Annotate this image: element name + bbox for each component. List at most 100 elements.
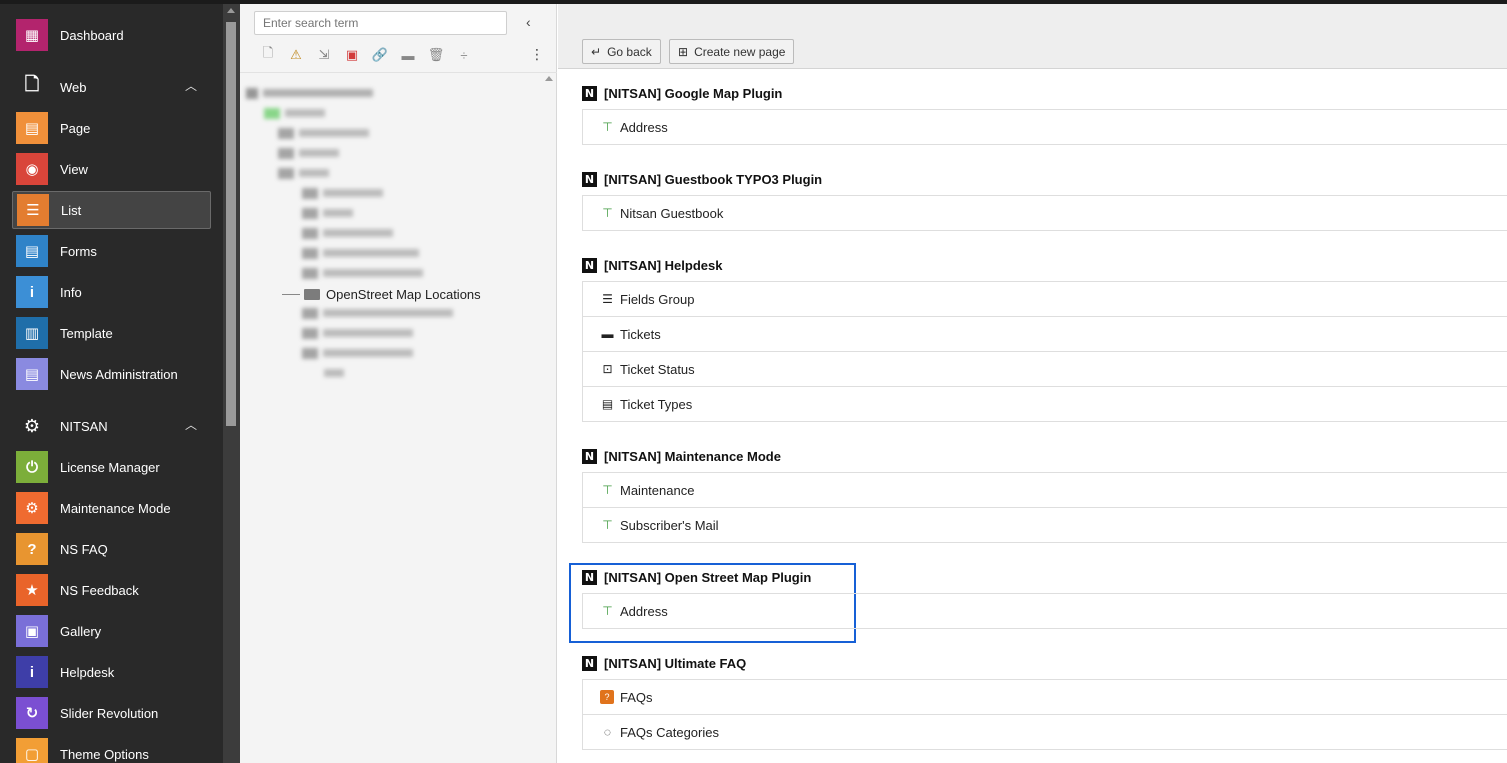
table-row[interactable]: ⊡ Ticket Status <box>582 352 1507 387</box>
new-shortcut-icon[interactable]: ⇲ <box>310 46 338 64</box>
divider-icon[interactable]: ÷ <box>450 46 478 64</box>
table-row[interactable]: ▤ Ticket Types <box>582 387 1507 422</box>
fields-group-icon: ☰ <box>602 292 613 306</box>
sidebar-item-nitsan[interactable]: ⚙ NITSAN ︿ <box>12 407 211 445</box>
doc-header: ↵ Go back ⊞ Create new page <box>558 4 1507 69</box>
create-new-page-button[interactable]: ⊞ Create new page <box>669 39 795 64</box>
scrollbar-thumb[interactable] <box>226 22 236 426</box>
table-row-label[interactable]: Fields Group <box>620 292 694 307</box>
table-row[interactable]: ⊤ Maintenance <box>582 473 1507 508</box>
new-mountpoint-icon[interactable]: ▣ <box>338 46 366 64</box>
collapse-tree-icon[interactable]: ‹ <box>526 14 531 30</box>
sitemap-icon: ⊤ <box>602 518 613 532</box>
trash-icon[interactable]: 🗑 <box>422 46 450 64</box>
nitsan-logo-icon: N <box>582 655 597 671</box>
content-area: ↵ Go back ⊞ Create new page N [NITSAN] Go… <box>558 4 1507 763</box>
ticket-status-icon: ⊡ <box>602 362 613 376</box>
sidebar-item-label: Dashboard <box>60 27 124 43</box>
extension-title: N [NITSAN] Helpdesk <box>582 255 722 275</box>
table-row-label[interactable]: Ticket Types <box>620 397 692 412</box>
page-outline-icon: 🗋 <box>24 74 40 94</box>
sidebar-item-label: NS FAQ <box>60 541 108 557</box>
sidebar-item-maintenance-mode[interactable]: ⚙ Maintenance Mode <box>12 489 211 527</box>
table-row-label[interactable]: Subscriber's Mail <box>620 518 719 533</box>
chevron-up-icon[interactable]: ︿ <box>185 77 197 94</box>
sidebar-item-forms[interactable]: ▤ Forms <box>12 232 211 270</box>
sidebar-item-page[interactable]: ▤ Page <box>12 109 211 147</box>
table-row-label[interactable]: Tickets <box>620 327 661 342</box>
tree-connector <box>282 293 300 295</box>
new-page-icon[interactable]: 🗋 <box>254 45 282 64</box>
sidebar-item-dashboard[interactable]: ▦ Dashboard <box>12 16 211 54</box>
helpdesk-icon: i <box>16 656 48 688</box>
sidebar-item-label: NITSAN <box>60 418 108 434</box>
scroll-up-arrow-icon[interactable] <box>227 8 235 13</box>
sidebar-item-ns-feedback[interactable]: ★ NS Feedback <box>12 571 211 609</box>
sidebar-item-list[interactable]: ☰ List <box>12 191 211 229</box>
tree-divider <box>240 72 557 73</box>
table-row[interactable]: ⊤ Address <box>582 110 1507 145</box>
page-tree-panel: ‹ 🗋 ⚠ ⇲ ▣ 🔗 ▬ 🗑 ÷ ⋮ OpenStreet Map Locat… <box>240 4 557 763</box>
table-row-label[interactable]: FAQs Categories <box>620 725 719 740</box>
theme-icon: ▢ <box>16 738 48 763</box>
extension-title: N [NITSAN] Open Street Map Plugin <box>582 567 811 587</box>
sidebar-item-label: Web <box>60 79 87 95</box>
eye-icon: ◉ <box>16 153 48 185</box>
go-back-button[interactable]: ↵ Go back <box>582 39 661 64</box>
tree-node-selected[interactable]: OpenStreet Map Locations <box>282 285 512 303</box>
link-icon[interactable]: 🔗 <box>366 46 394 64</box>
table-row-label[interactable]: FAQs <box>620 690 653 705</box>
new-page-warning-icon[interactable]: ⚠ <box>282 46 310 64</box>
sidebar-item-label: Info <box>60 284 82 300</box>
more-options-icon[interactable]: ⋮ <box>530 46 544 63</box>
table-row-label[interactable]: Address <box>620 120 668 135</box>
sidebar-item-helpdesk[interactable]: i Helpdesk <box>12 653 211 691</box>
table-row[interactable]: ? FAQs <box>582 680 1507 715</box>
sidebar-item-label: Template <box>60 325 113 341</box>
slider-icon: ↻ <box>16 697 48 729</box>
sidebar-item-label: Page <box>60 120 91 136</box>
tree-node-label: OpenStreet Map Locations <box>326 286 481 302</box>
extension-title: N [NITSAN] Maintenance Mode <box>582 446 781 466</box>
nitsan-logo-icon: N <box>582 569 597 585</box>
sidebar-item-info[interactable]: i Info <box>12 273 211 311</box>
tree-scroll-up-icon[interactable] <box>545 76 553 81</box>
sidebar-item-view[interactable]: ◉ View <box>12 150 211 188</box>
sidebar-item-label: Helpdesk <box>60 664 115 680</box>
table-row[interactable]: ▬ Tickets <box>582 317 1507 352</box>
sidebar-item-template[interactable]: ▥ Template <box>12 314 211 352</box>
sitemap-icon: ⊤ <box>602 120 613 134</box>
extension-title-text: [NITSAN] Open Street Map Plugin <box>604 569 812 585</box>
sidebar-item-ns-faq[interactable]: ? NS FAQ <box>12 530 211 568</box>
gear-icon: ⚙ <box>23 415 41 436</box>
extension-title-text: [NITSAN] Guestbook TYPO3 Plugin <box>604 171 823 187</box>
sidebar-item-slider-revolution[interactable]: ↻ Slider Revolution <box>12 694 211 732</box>
tree-scrollbar[interactable] <box>542 72 556 763</box>
table-row-label[interactable]: Address <box>620 604 668 619</box>
chevron-up-icon[interactable]: ︿ <box>185 416 197 433</box>
sidebar-item-gallery[interactable]: ▣ Gallery <box>12 612 211 650</box>
table-row[interactable]: ☰ Fields Group <box>582 282 1507 317</box>
sidebar-item-license-manager[interactable]: ⏻ License Manager <box>12 448 211 486</box>
table-row-label[interactable]: Nitsan Guestbook <box>620 206 723 221</box>
sidebar-item-label: Slider Revolution <box>60 705 159 721</box>
table-row-label[interactable]: Maintenance <box>620 483 694 498</box>
table-list: ? FAQs ◌ FAQs Categories <box>582 679 1507 750</box>
table-row[interactable]: ⊤ Nitsan Guestbook <box>582 196 1507 231</box>
table-row[interactable]: ⊤ Subscriber's Mail <box>582 508 1507 543</box>
sidebar-item-theme-options[interactable]: ▢ Theme Options <box>12 735 211 763</box>
folder-icon[interactable]: ▬ <box>394 46 422 64</box>
extension-title-text: [NITSAN] Google Map Plugin <box>604 85 783 101</box>
table-row[interactable]: ◌ FAQs Categories <box>582 715 1507 750</box>
extension-title: N [NITSAN] Ultimate FAQ <box>582 653 746 673</box>
table-row-label[interactable]: Ticket Status <box>620 362 695 377</box>
sidebar-item-news-administration[interactable]: ▤ News Administration <box>12 355 211 393</box>
tree-search-input[interactable] <box>254 11 507 35</box>
sidebar-item-label: License Manager <box>60 459 160 475</box>
table-list: ⊤ Maintenance ⊤ Subscriber's Mail <box>582 472 1507 543</box>
ticket-icon: ▬ <box>601 327 614 341</box>
sidebar-item-label: Gallery <box>60 623 102 639</box>
table-row[interactable]: ⊤ Address <box>582 594 1507 629</box>
sidebar-scrollbar[interactable] <box>223 4 240 763</box>
sidebar-item-web[interactable]: 🗋 Web ︿ <box>12 68 211 106</box>
